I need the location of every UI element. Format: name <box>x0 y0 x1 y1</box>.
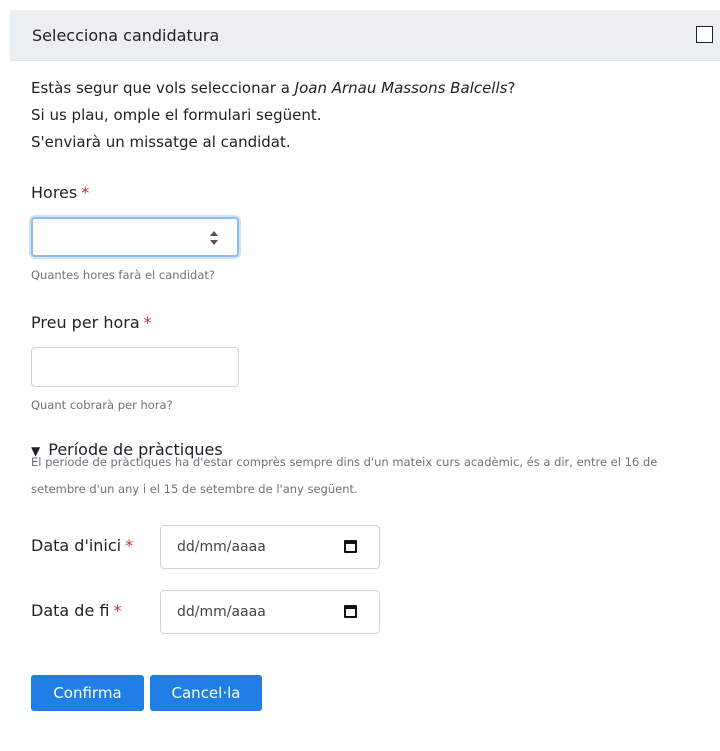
candidate-name: Joan Arnau Massons Balcells <box>294 79 508 97</box>
intro-line-3: S'enviarà un missatge al candidat. <box>31 133 291 151</box>
dialog-title: Selecciona candidatura <box>32 26 220 45</box>
cancel-button[interactable]: Cancel·la <box>150 675 262 711</box>
intro-line-1: Estàs segur que vols seleccionar a Joan … <box>31 79 516 97</box>
start-date-input[interactable]: dd/mm/aaaa <box>160 525 380 569</box>
end-date-input[interactable]: dd/mm/aaaa <box>160 590 380 634</box>
dialog-intro: Estàs segur que vols seleccionar a Joan … <box>31 75 515 156</box>
hours-help: Quantes hores farà el candidat? <box>31 268 215 282</box>
hours-label: Hores * <box>31 183 90 202</box>
required-mark: * <box>125 536 134 555</box>
dialog-header: Selecciona candidatura <box>10 10 720 61</box>
start-date-label: Data d'inici * <box>31 536 134 555</box>
calendar-icon[interactable] <box>344 540 357 553</box>
intro-line-2: Si us plau, omple el formulari següent. <box>31 106 322 124</box>
price-label: Preu per hora * <box>31 313 152 332</box>
end-date-label: Data de fi * <box>31 601 122 620</box>
hours-input[interactable] <box>31 217 239 257</box>
confirm-button[interactable]: Confirma <box>31 675 144 711</box>
price-input[interactable] <box>31 347 239 387</box>
close-icon[interactable] <box>696 26 713 43</box>
spinner-icon[interactable] <box>209 231 219 245</box>
required-mark: * <box>81 183 90 202</box>
price-help: Quant cobrarà per hora? <box>31 398 173 412</box>
period-description: El període de pràctiques ha d'estar comp… <box>31 455 658 496</box>
required-mark: * <box>143 313 152 332</box>
required-mark: * <box>113 601 122 620</box>
calendar-icon[interactable] <box>344 605 357 618</box>
